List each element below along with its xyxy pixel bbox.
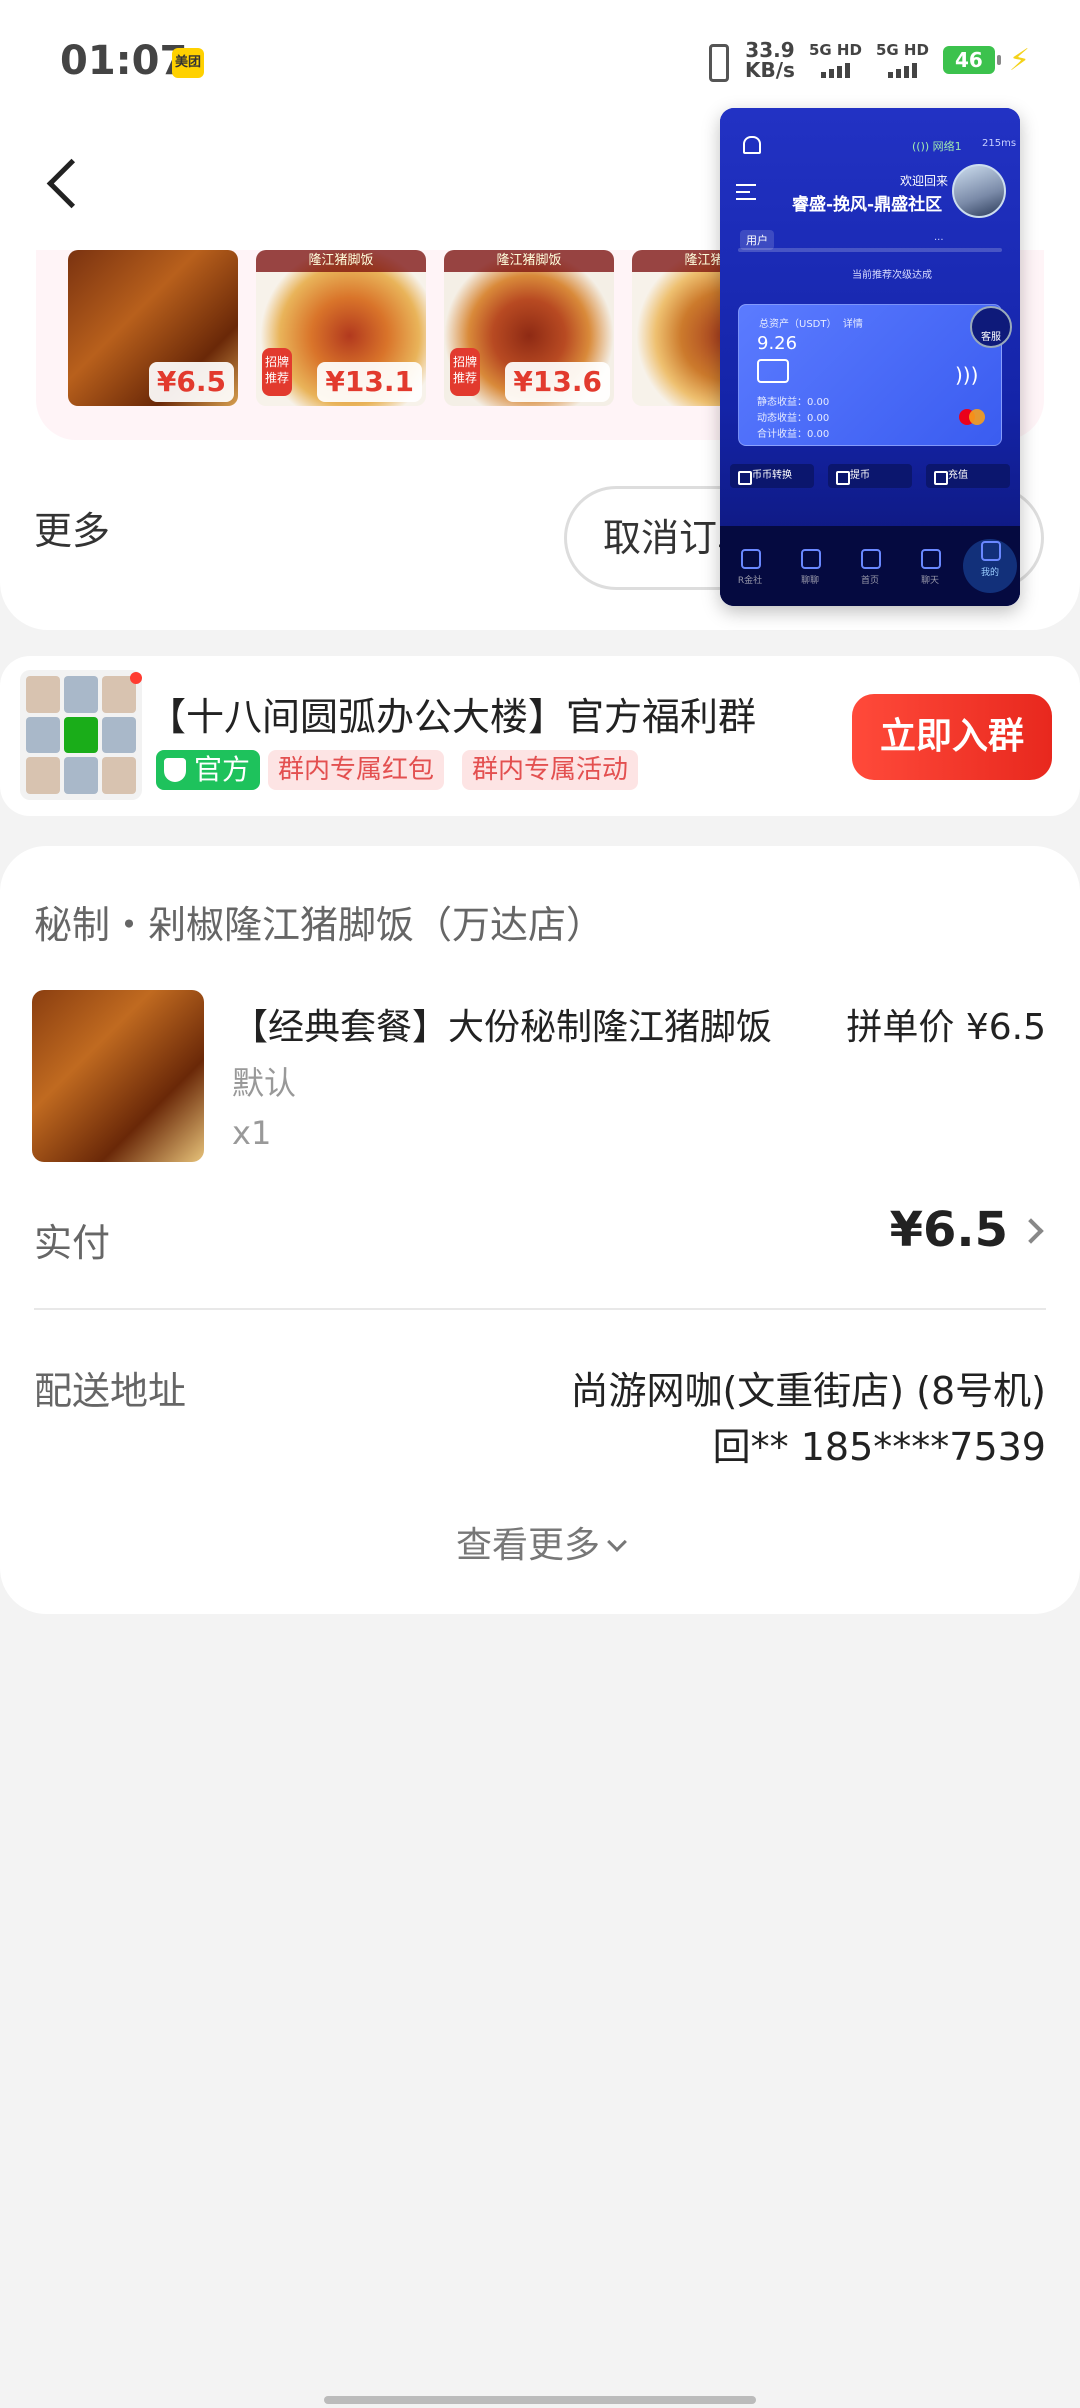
overlay-progress-bar (738, 248, 1002, 252)
overlay-nav-item[interactable]: 聊聊 (783, 547, 837, 586)
group-tag-activity: 群内专属活动 (462, 750, 639, 790)
product-banner: 隆江猪脚饭 (444, 250, 614, 272)
signal-sim2: 5G HD (876, 42, 929, 78)
chevron-down-icon (607, 1532, 627, 1552)
paid-label: 实付 (34, 1221, 111, 1265)
overlay-action-convert[interactable]: 币币转换 (730, 464, 814, 488)
join-group-button[interactable]: 立即入群 (852, 694, 1052, 780)
product-thumb[interactable]: ¥6.5 (68, 250, 238, 406)
overlay-action-deposit[interactable]: 充值 (926, 464, 1010, 488)
see-more-button[interactable]: 查看更多 (0, 1516, 1080, 1568)
divider (34, 1308, 1046, 1310)
customer-service-button[interactable]: 客服 (970, 306, 1012, 348)
home-indicator[interactable] (324, 2396, 756, 2404)
bell-icon[interactable] (740, 134, 762, 156)
dynamic-income: 动态收益：0.00 (757, 413, 830, 424)
contactless-icon: ))) (955, 363, 979, 387)
overlay-actions: 币币转换 提币 充值 (730, 464, 1010, 488)
static-income: 静态收益：0.00 (757, 397, 830, 408)
network-speed: 33.9 KB/s (745, 40, 795, 80)
address-line-1: 尚游网咖(文重街店) (8号机) (570, 1369, 1046, 1413)
vibrate-icon (701, 42, 731, 82)
net-speed-unit: KB/s (745, 58, 795, 82)
group-tag-redpacket: 群内专属红包 (268, 750, 445, 790)
floating-app-window[interactable]: (()) 网络1 215ms 欢迎回来 睿盛-挽风-鼎盛社区 用户 ... 当前… (720, 108, 1020, 606)
shop-name[interactable]: 秘制・剁椒隆江猪脚饭（万达店） (34, 894, 604, 949)
item-image[interactable] (32, 990, 204, 1162)
back-button[interactable] (40, 152, 90, 222)
product-banner: 隆江猪脚饭 (256, 250, 426, 272)
overlay-nav-item[interactable]: 首页 (843, 547, 897, 586)
overlay-nav-item[interactable]: 聊天 (903, 547, 957, 586)
group-avatar (20, 670, 142, 800)
product-thumb[interactable]: 隆江猪脚饭 招牌推荐 ¥13.1 (256, 250, 426, 406)
item-spec: 默认 (232, 1064, 297, 1102)
net-speed-value: 33.9 (745, 38, 795, 62)
income-rows: 静态收益：0.00 动态收益：0.00 合计收益：0.00 (757, 395, 829, 443)
overlay-welcome: 欢迎回来 (900, 174, 949, 188)
group-title: 【十八间圆弧办公大楼】官方福利群 (148, 695, 757, 739)
address-line-2: 回** 185****7539 (712, 1425, 1046, 1469)
sim2-label: 5G HD (875, 41, 929, 59)
overlay-user-label: 用户 (740, 230, 774, 250)
official-badge: 官方 (156, 750, 261, 790)
overlay-nav-item-active[interactable]: 我的 (963, 539, 1017, 593)
product-price: ¥13.1 (317, 362, 422, 402)
overlay-bottom-nav: R金社 聊聊 首页 聊天 我的 (720, 526, 1020, 606)
order-detail-card: 秘制・剁椒隆江猪脚饭（万达店） 【经典套餐】大份秘制隆江猪脚饭 拼单价 ¥6.5… (0, 846, 1080, 1614)
overlay-action-withdraw[interactable]: 提币 (828, 464, 912, 488)
overlay-progress-text: ... (934, 232, 944, 243)
item-quantity: x1 (232, 1114, 272, 1152)
signal-sim1: 5G HD (809, 42, 862, 78)
product-tag: 招牌推荐 (450, 348, 480, 396)
more-link[interactable]: 更多 (34, 500, 110, 555)
overlay-latency: 215ms (982, 138, 1017, 149)
signal-bars-icon (809, 62, 862, 78)
overlay-community-name: 睿盛-挽风-鼎盛社区 (792, 195, 943, 215)
status-right: 33.9 KB/s 5G HD 5G HD 46 ⚡ (701, 40, 1030, 82)
chevron-right-icon[interactable] (1018, 1218, 1044, 1244)
overlay-network-node: (()) 网络1 (912, 140, 962, 153)
mastercard-icon (959, 409, 987, 425)
sim1-label: 5G HD (808, 41, 862, 59)
meituan-notification-icon: 美团 (172, 48, 204, 78)
item-price: 拼单价 ¥6.5 (846, 1007, 1046, 1048)
unread-dot (130, 672, 142, 684)
asset-label: 总资产（USDT） 详情 (759, 319, 863, 330)
paid-amount[interactable]: ¥6.5 (890, 1202, 1008, 1258)
signal-bars-icon (876, 62, 929, 78)
card-chip-icon (757, 359, 789, 383)
product-thumb[interactable]: 隆江猪脚饭 招牌推荐 ¥13.6 (444, 250, 614, 406)
overlay-next-level: 当前推荐次级达成 (852, 270, 932, 281)
status-time: 01:07 (60, 38, 188, 84)
battery-icon: 46 (942, 46, 1001, 74)
total-income: 合计收益：0.00 (757, 429, 830, 440)
asset-balance: 9.26 (757, 333, 798, 354)
item-name[interactable]: 【经典套餐】大份秘制隆江猪脚饭 (232, 998, 792, 1050)
product-tag: 招牌推荐 (262, 348, 292, 396)
product-price: ¥6.5 (148, 362, 234, 402)
avatar[interactable] (952, 164, 1006, 218)
charging-icon: ⚡ (1008, 42, 1030, 78)
overlay-asset-card[interactable]: 总资产（USDT） 详情 9.26 ))) 静态收益：0.00 动态收益：0.0… (738, 304, 1002, 446)
see-more-label: 查看更多 (455, 1525, 600, 1566)
overlay-nav-item[interactable]: R金社 (723, 547, 777, 586)
address-label: 配送地址 (34, 1369, 187, 1413)
menu-icon[interactable] (736, 184, 756, 200)
welfare-group-card[interactable]: 【十八间圆弧办公大楼】官方福利群 官方 群内专属红包 群内专属活动 立即入群 (0, 656, 1080, 816)
product-price: ¥13.6 (505, 362, 610, 402)
